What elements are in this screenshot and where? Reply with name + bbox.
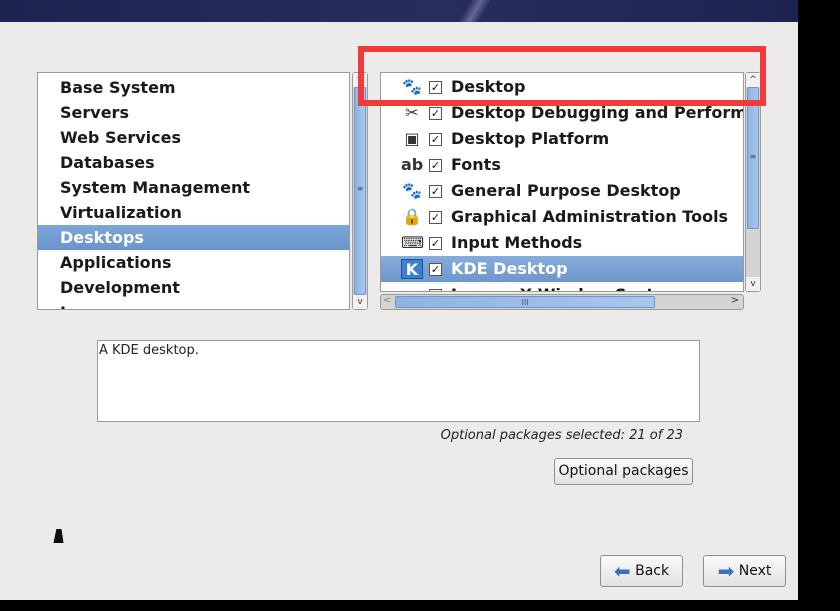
installer-window: Base System Servers Web Services Databases S…	[0, 0, 798, 600]
highlight-box	[358, 46, 766, 106]
tools-icon: ✂	[405, 103, 419, 122]
package-item[interactable]: ⌨ ✓ Input Methods	[381, 230, 743, 256]
package-checkbox[interactable]: ✓	[429, 159, 442, 172]
mouse-cursor-icon	[53, 529, 67, 543]
kde-icon: K	[401, 259, 423, 279]
package-item[interactable]: K ✓ KDE Desktop	[381, 256, 743, 282]
category-list[interactable]: Base System Servers Web Services Databases S…	[37, 72, 350, 310]
package-item[interactable]: ▣ ✓ Desktop Platform	[381, 126, 743, 152]
package-label: KDE Desktop	[451, 259, 568, 278]
category-item[interactable]: Virtualization	[38, 200, 349, 225]
next-arrow-icon: ➡	[717, 559, 735, 583]
fonts-icon: ab	[401, 155, 424, 174]
category-item[interactable]: Web Services	[38, 125, 349, 150]
package-label: Desktop Platform	[451, 129, 610, 148]
gnome-foot-icon: 🐾	[402, 181, 422, 200]
category-item[interactable]: System Management	[38, 175, 349, 200]
package-label: Fonts	[451, 155, 501, 174]
package-checkbox[interactable]: ✓	[429, 107, 442, 120]
category-item[interactable]: Desktops	[38, 225, 349, 250]
desktop-platform-icon: ▣	[404, 129, 420, 148]
package-item[interactable]: ▭ ✓ Legacy X Window System compatibility	[381, 282, 743, 291]
monitor-icon: ▭	[401, 285, 423, 291]
optional-packages-button[interactable]: Optional packages	[554, 458, 693, 485]
package-item[interactable]: ab ✓ Fonts	[381, 152, 743, 178]
package-checkbox[interactable]: ✓	[429, 185, 442, 198]
category-item[interactable]: Databases	[38, 150, 349, 175]
optional-status: Optional packages selected: 21 of 23	[440, 428, 683, 443]
package-item[interactable]: 🔒 ✓ Graphical Administration Tools	[381, 204, 743, 230]
package-checkbox[interactable]: ✓	[429, 133, 442, 146]
category-item[interactable]: Servers	[38, 100, 349, 125]
package-item[interactable]: 🐾 ✓ General Purpose Desktop	[381, 178, 743, 204]
package-checkbox[interactable]: ✓	[429, 289, 442, 291]
category-item[interactable]: Applications	[38, 250, 349, 275]
back-button[interactable]: ⬅ Back	[600, 555, 683, 587]
category-item[interactable]: Development	[38, 275, 349, 300]
next-button[interactable]: ➡ Next	[703, 555, 786, 587]
package-checkbox[interactable]: ✓	[429, 237, 442, 250]
package-label: Input Methods	[451, 233, 583, 252]
package-checkbox[interactable]: ✓	[429, 211, 442, 224]
category-item[interactable]: Languages	[38, 300, 349, 309]
package-hscrollbar[interactable]: < III >	[380, 294, 744, 310]
back-arrow-icon: ⬅	[613, 559, 631, 583]
package-label: General Purpose Desktop	[451, 181, 681, 200]
admin-lock-icon: 🔒	[402, 207, 422, 226]
package-label: Legacy X Window System compatibility	[451, 285, 743, 291]
package-checkbox[interactable]: ✓	[429, 263, 442, 276]
package-label: Graphical Administration Tools	[451, 207, 729, 226]
header-banner	[0, 0, 798, 22]
keyboard-icon: ⌨	[401, 233, 425, 252]
category-scrollbar[interactable]: ^ ≡ v	[352, 72, 368, 310]
category-item[interactable]: Base System	[38, 75, 349, 100]
description-box: A KDE desktop.	[97, 340, 700, 422]
